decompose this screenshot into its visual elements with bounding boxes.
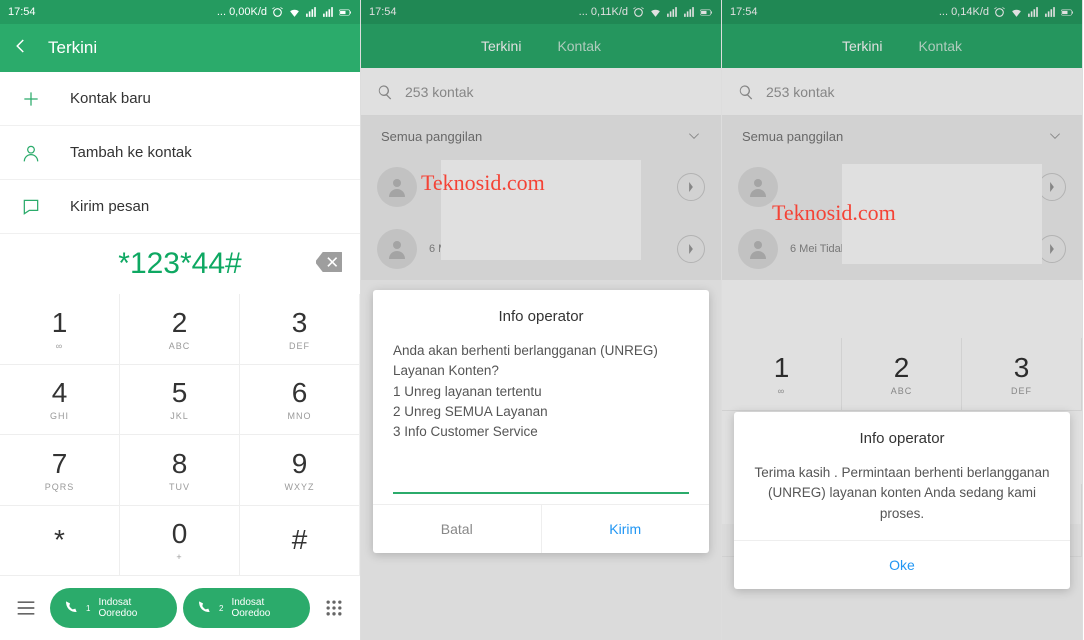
- backspace-button[interactable]: [316, 252, 342, 277]
- dialog-title: Info operator: [373, 290, 709, 335]
- signal-icon: [305, 6, 318, 19]
- dialed-number: *123*44#: [118, 247, 241, 281]
- key-2[interactable]: 2ABC: [120, 294, 240, 365]
- battery-icon: [339, 6, 352, 19]
- key-3[interactable]: 3DEF: [240, 294, 360, 365]
- dialog-title: Info operator: [734, 412, 1070, 457]
- sim2-call-button[interactable]: 2 IndosatOoredoo: [183, 588, 310, 628]
- screen-dialer: 17:54 ... 0,00K/d Terkini Kontak baru Ta…: [0, 0, 361, 640]
- screen-ussd-menu: 17:54 ... 0,11K/d Terkini Kontak 253 kon…: [361, 0, 722, 640]
- plus-icon: [20, 88, 42, 110]
- menu-new-contact[interactable]: Kontak baru: [0, 72, 360, 126]
- key-5[interactable]: 5JKL: [120, 365, 240, 436]
- key-0[interactable]: 0+: [120, 506, 240, 577]
- screen-ussd-result: 17:54 ... 0,14K/d Terkini Kontak 253 kon…: [722, 0, 1083, 640]
- dialpad-toggle[interactable]: [316, 598, 352, 618]
- send-button[interactable]: Kirim: [542, 505, 710, 553]
- key-4[interactable]: 4GHI: [0, 365, 120, 436]
- ussd-dialog: Info operator Anda akan berhenti berlang…: [373, 290, 709, 553]
- app-bar: Terkini: [0, 24, 360, 72]
- call-bar: 1 IndosatOoredoo 2 IndosatOoredoo: [0, 576, 360, 640]
- dialog-body: Terima kasih . Permintaan berhenti berla…: [734, 457, 1070, 540]
- sim1-call-button[interactable]: 1 IndosatOoredoo: [50, 588, 177, 628]
- status-bar: 17:54 ... 0,00K/d: [0, 0, 360, 24]
- ussd-dialog: Info operator Terima kasih . Permintaan …: [734, 412, 1070, 589]
- status-icons: ... 0,00K/d: [217, 6, 352, 19]
- cancel-button[interactable]: Batal: [373, 505, 542, 553]
- key-7[interactable]: 7PQRS: [0, 435, 120, 506]
- dialog-body: Anda akan berhenti berlangganan (UNREG) …: [373, 335, 709, 458]
- signal-icon: [322, 6, 335, 19]
- wifi-icon: [288, 6, 301, 19]
- key-8[interactable]: 8TUV: [120, 435, 240, 506]
- dial-display: *123*44#: [0, 234, 360, 294]
- ok-button[interactable]: Oke: [734, 541, 1070, 589]
- key-9[interactable]: 9WXYZ: [240, 435, 360, 506]
- app-title: Terkini: [48, 38, 97, 58]
- key-#[interactable]: #: [240, 506, 360, 577]
- keypad: 1∞2ABC3DEF 4GHI5JKL6MNO 7PQRS8TUV9WXYZ *0+#: [0, 294, 360, 576]
- back-icon[interactable]: [12, 37, 30, 60]
- menu-add-to-contact[interactable]: Tambah ke kontak: [0, 126, 360, 180]
- watermark: Teknosid.com: [421, 170, 545, 196]
- ussd-input[interactable]: [393, 464, 689, 494]
- key-6[interactable]: 6MNO: [240, 365, 360, 436]
- alarm-icon: [271, 6, 284, 19]
- person-icon: [20, 142, 42, 164]
- key-*[interactable]: *: [0, 506, 120, 577]
- menu-button[interactable]: [8, 600, 44, 616]
- message-icon: [20, 196, 42, 218]
- menu-send-message[interactable]: Kirim pesan: [0, 180, 360, 234]
- watermark: Teknosid.com: [772, 200, 896, 226]
- status-time: 17:54: [8, 6, 36, 18]
- menu-list: Kontak baru Tambah ke kontak Kirim pesan: [0, 72, 360, 234]
- key-1[interactable]: 1∞: [0, 294, 120, 365]
